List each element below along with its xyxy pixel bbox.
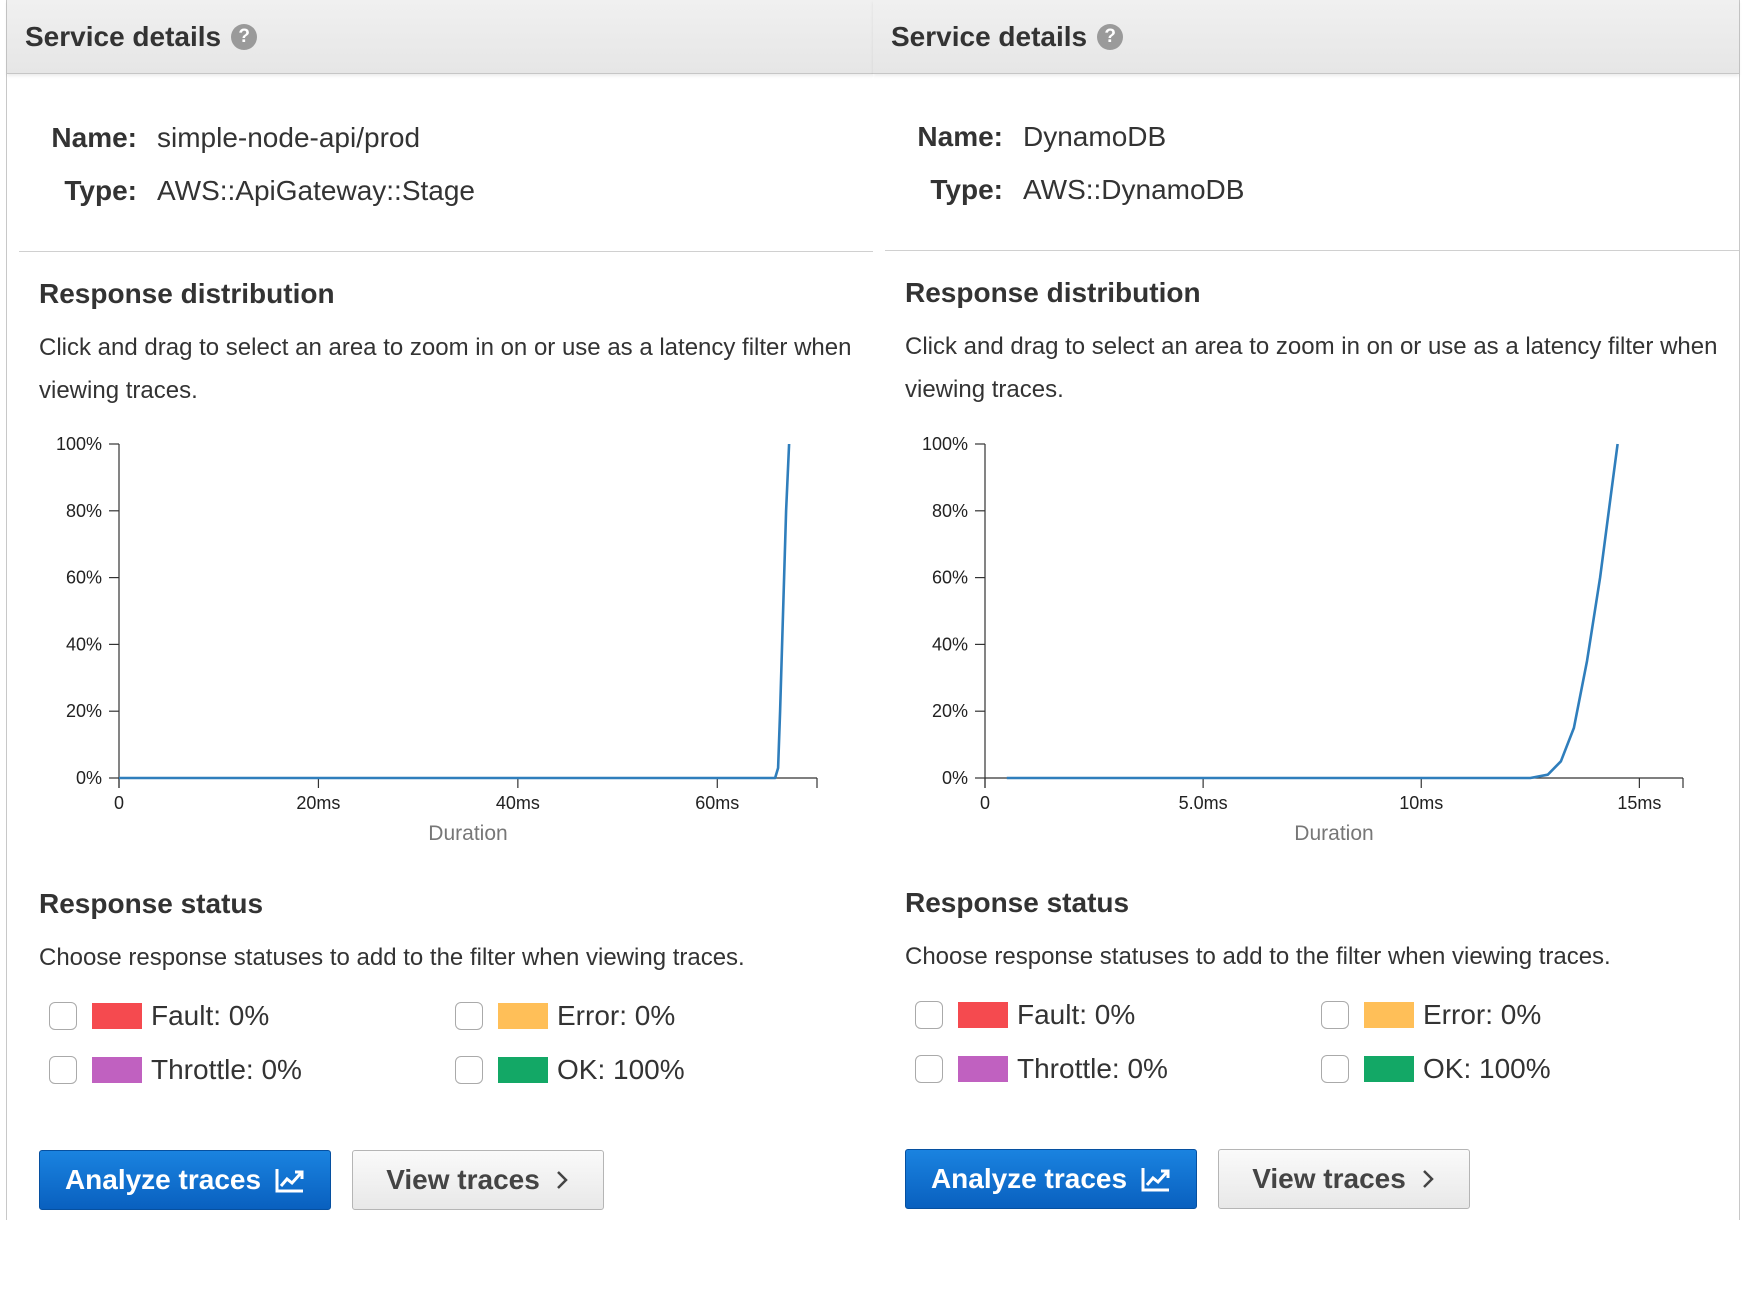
response-distribution-title: Response distribution	[905, 277, 1201, 308]
status-throttle: Throttle: 0%	[915, 1053, 1168, 1085]
y-tick-label: 60%	[66, 568, 102, 588]
response-status-title: Response status	[39, 888, 264, 919]
response-distribution-title: Response distribution	[39, 278, 335, 309]
view-traces-button[interactable]: View traces	[1218, 1149, 1470, 1209]
response-distribution-description: Click and drag to select an area to zoom…	[39, 334, 852, 404]
help-icon[interactable]: ?	[231, 23, 258, 50]
series-line	[1006, 443, 1619, 780]
name-label: Name:	[51, 122, 137, 153]
throttle-label: Throttle: 0%	[1017, 1053, 1168, 1084]
y-tick-label: 80%	[932, 501, 968, 521]
response-distribution-chart[interactable]: 0% 20% 40% 60% 80% 100% 0 5.0ms 10ms 15ms Duration	[873, 420, 1739, 850]
y-tick-label: 20%	[932, 701, 968, 721]
series-line	[119, 443, 791, 780]
y-tick-label: 60%	[932, 568, 968, 588]
analyze-traces-button[interactable]: Analyze traces	[905, 1149, 1197, 1209]
analyze-traces-label: Analyze traces	[930, 1163, 1128, 1194]
analyze-traces-label: Analyze traces	[64, 1164, 262, 1195]
panel-title: Service details	[25, 20, 222, 52]
y-tick-label: 0%	[942, 768, 968, 788]
panel-header: Service details ?	[873, 0, 1739, 74]
view-traces-button[interactable]: View traces	[352, 1150, 604, 1210]
y-tick-label: 100%	[922, 434, 968, 454]
chevron-right-icon	[1420, 1168, 1436, 1190]
type-value: AWS::ApiGateway::Stage	[157, 175, 475, 206]
x-tick-label: 20ms	[296, 793, 340, 813]
status-error: Error: 0%	[455, 1000, 675, 1032]
chevron-right-icon	[554, 1169, 570, 1191]
throttle-swatch	[92, 1057, 142, 1083]
type-label: Type:	[930, 174, 1003, 205]
ok-checkbox[interactable]	[455, 1056, 483, 1084]
fault-swatch	[92, 1003, 142, 1029]
service-details-panel-right: Service details ? Name: DynamoDB Type: A…	[873, 0, 1740, 1220]
x-tick-label: 10ms	[1399, 793, 1443, 813]
fault-swatch	[958, 1002, 1008, 1028]
error-label: Error: 0%	[1423, 999, 1542, 1030]
view-traces-label: View traces	[1252, 1163, 1406, 1194]
error-checkbox[interactable]	[455, 1002, 483, 1030]
throttle-label: Throttle: 0%	[151, 1054, 302, 1085]
fault-checkbox[interactable]	[915, 1001, 943, 1029]
ok-swatch	[498, 1057, 548, 1083]
fault-label: Fault: 0%	[151, 1000, 270, 1031]
status-fault: Fault: 0%	[915, 999, 1135, 1031]
status-fault: Fault: 0%	[49, 1000, 269, 1032]
response-distribution-description: Click and drag to select an area to zoom…	[905, 333, 1718, 403]
x-tick-label: 15ms	[1617, 793, 1661, 813]
x-tick-label: 0	[114, 793, 124, 813]
panel-title: Service details	[891, 20, 1088, 52]
status-ok: OK: 100%	[455, 1054, 685, 1086]
y-tick-label: 40%	[66, 634, 102, 654]
ok-label: OK: 100%	[1423, 1053, 1551, 1084]
error-swatch	[498, 1003, 548, 1029]
name-value: simple-node-api/prod	[157, 122, 421, 153]
type-label: Type:	[64, 175, 137, 206]
type-value: AWS::DynamoDB	[1023, 174, 1245, 205]
fault-checkbox[interactable]	[49, 1002, 77, 1030]
divider	[19, 251, 873, 252]
divider	[885, 250, 1739, 251]
throttle-checkbox[interactable]	[49, 1056, 77, 1084]
throttle-swatch	[958, 1056, 1008, 1082]
y-tick-label: 0%	[76, 768, 102, 788]
throttle-checkbox[interactable]	[915, 1055, 943, 1083]
y-tick-label: 80%	[66, 501, 102, 521]
status-throttle: Throttle: 0%	[49, 1054, 302, 1086]
help-icon[interactable]: ?	[1097, 23, 1124, 50]
y-tick-label: 20%	[66, 701, 102, 721]
view-traces-label: View traces	[386, 1164, 540, 1195]
analyze-traces-button[interactable]: Analyze traces	[39, 1150, 331, 1210]
panel-header: Service details ?	[7, 0, 873, 74]
response-status-description: Choose response statuses to add to the f…	[905, 943, 1611, 970]
fault-label: Fault: 0%	[1017, 999, 1136, 1030]
x-tick-label: 40ms	[496, 793, 540, 813]
x-tick-label: 5.0ms	[1179, 793, 1228, 813]
x-tick-label: 0	[980, 793, 990, 813]
error-swatch	[1364, 1002, 1414, 1028]
name-label: Name:	[917, 121, 1003, 152]
error-checkbox[interactable]	[1321, 1001, 1349, 1029]
x-tick-label: 60ms	[695, 793, 739, 813]
x-axis-label: Duration	[428, 822, 507, 845]
name-value: DynamoDB	[1023, 121, 1167, 152]
x-axis-label: Duration	[1294, 822, 1373, 845]
error-label: Error: 0%	[557, 1000, 676, 1031]
ok-checkbox[interactable]	[1321, 1055, 1349, 1083]
chart-trend-icon	[275, 1167, 305, 1193]
response-distribution-chart[interactable]: 0% 20% 40% 60% 80% 100% 0 20ms 40ms 60ms Duration	[7, 420, 873, 850]
status-error: Error: 0%	[1321, 999, 1541, 1031]
status-ok: OK: 100%	[1321, 1053, 1551, 1085]
chart-trend-icon	[1141, 1166, 1171, 1192]
ok-swatch	[1364, 1056, 1414, 1082]
response-status-title: Response status	[905, 887, 1130, 918]
response-status-description: Choose response statuses to add to the f…	[39, 944, 745, 971]
y-tick-label: 100%	[56, 434, 102, 454]
y-tick-label: 40%	[932, 634, 968, 654]
ok-label: OK: 100%	[557, 1054, 685, 1085]
service-details-panel-left: Service details ? Name: simple-node-api/…	[6, 0, 874, 1220]
